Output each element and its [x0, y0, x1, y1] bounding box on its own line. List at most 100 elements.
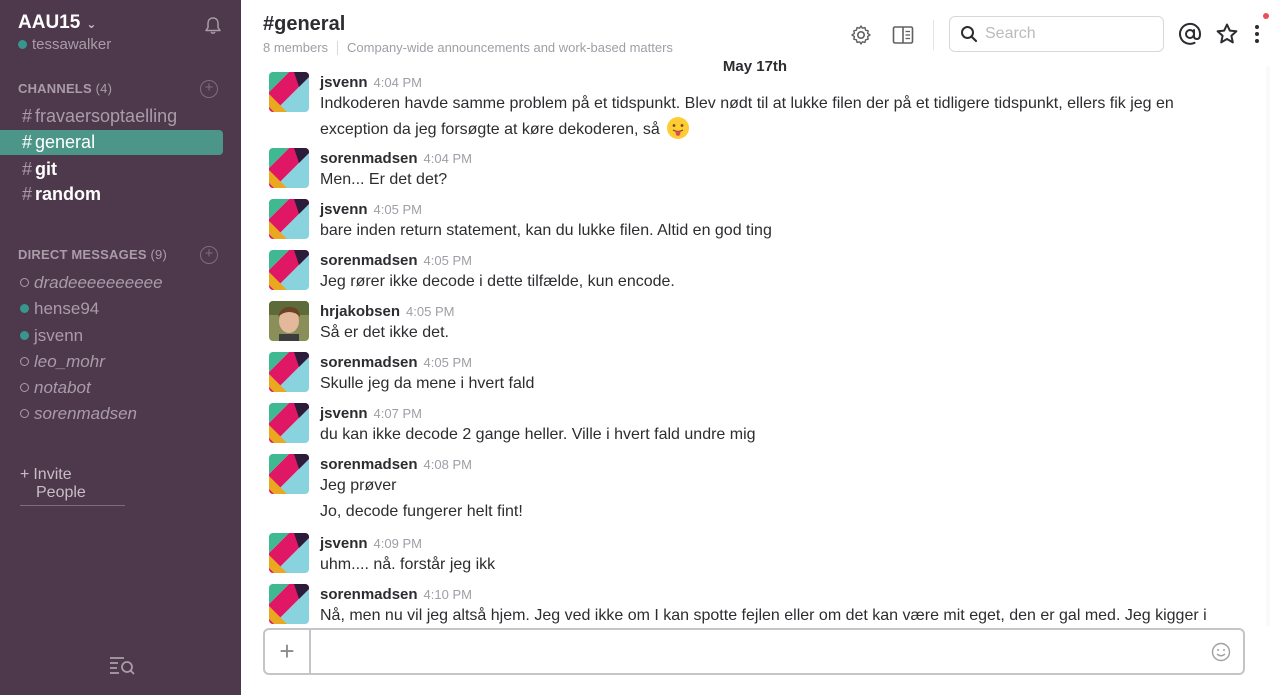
message-time[interactable]: 4:05 PM — [374, 202, 422, 217]
message-input[interactable] — [323, 640, 1203, 664]
dm-item-notabot[interactable]: notabot — [0, 375, 223, 400]
invite-people-button[interactable]: + Invite People — [20, 466, 86, 502]
message-text: Så er det ikke det. — [320, 324, 449, 341]
message-author[interactable]: sorenmadsen — [320, 252, 418, 269]
slack-avatar-icon — [269, 352, 309, 392]
plus-icon: + — [20, 466, 30, 483]
message-text: Skulle jeg da mene i hvert fald — [320, 375, 535, 392]
message-time[interactable]: 4:07 PM — [374, 406, 422, 421]
message-author[interactable]: sorenmadsen — [320, 456, 418, 473]
avatar[interactable] — [269, 148, 309, 188]
message-author[interactable]: jsvenn — [320, 74, 368, 91]
message-author[interactable]: sorenmadsen — [320, 354, 418, 371]
channels-header[interactable]: CHANNELS (4) — [18, 81, 112, 96]
dm-name: notabot — [34, 378, 91, 397]
dm-item-hense94[interactable]: hense94 — [0, 296, 223, 321]
smiley-icon[interactable] — [1211, 642, 1231, 662]
message-time[interactable]: 4:05 PM — [424, 355, 472, 370]
invite-label-line1: Invite — [33, 466, 72, 483]
message-text: uhm.... nå. forstår jeg ikk — [320, 556, 496, 573]
message-text: Men... Er det det? — [320, 171, 448, 188]
channel-name: general — [35, 132, 96, 152]
message-header: sorenmadsen 4:04 PM — [320, 150, 472, 167]
avatar-photo[interactable] — [269, 301, 309, 341]
search-icon — [961, 26, 978, 43]
current-user: tessawalker — [18, 36, 111, 53]
member-count[interactable]: 8 members — [263, 40, 328, 55]
hash-icon: # — [22, 184, 33, 204]
presence-online-icon — [20, 304, 29, 313]
dm-item-sorenmadsen[interactable]: sorenmadsen — [0, 401, 223, 426]
direct-messages-header[interactable]: DIRECT MESSAGES (9) — [18, 247, 167, 262]
message-time[interactable]: 4:10 PM — [424, 587, 472, 602]
current-user-name: tessawalker — [32, 36, 112, 53]
kebab-menu-icon[interactable] — [1251, 22, 1263, 46]
presence-away-icon — [20, 278, 29, 287]
message-time[interactable]: 4:04 PM — [374, 75, 422, 90]
message-author[interactable]: jsvenn — [320, 535, 368, 552]
message-header: jsvenn 4:04 PM — [320, 74, 422, 91]
scrollbar[interactable] — [1266, 66, 1270, 626]
channel-item-general[interactable]: # general — [0, 130, 223, 155]
dm-item-jsvenn[interactable]: jsvenn — [0, 323, 223, 348]
slack-avatar-icon — [269, 250, 309, 290]
sidebar: AAU15 ⌄ tessawalker CHANNELS (4) + # frav… — [0, 0, 241, 695]
team-switcher[interactable]: AAU15 ⌄ tessawalker — [18, 12, 111, 53]
avatar[interactable] — [269, 533, 309, 573]
filter-search-icon[interactable] — [108, 654, 136, 676]
message-header: sorenmadsen 4:08 PM — [320, 456, 472, 473]
sidebar-panel-icon[interactable] — [891, 23, 915, 47]
presence-away-icon — [20, 357, 29, 366]
avatar[interactable] — [269, 584, 309, 624]
add-channel-button[interactable]: + — [200, 80, 218, 98]
message-author[interactable]: hrjakobsen — [320, 303, 400, 320]
team-name-row[interactable]: AAU15 ⌄ — [18, 12, 111, 34]
slack-avatar-icon — [269, 148, 309, 188]
channel-title[interactable]: #general — [263, 13, 345, 36]
slack-avatar-icon — [269, 72, 309, 112]
message-text-content: Indkoderen havde samme problem på et tid… — [320, 95, 1174, 138]
avatar[interactable] — [269, 403, 309, 443]
user-photo-icon — [269, 301, 309, 341]
message-text: Jeg prøver — [320, 477, 397, 494]
avatar[interactable] — [269, 352, 309, 392]
search-box[interactable] — [949, 16, 1164, 52]
star-icon[interactable] — [1215, 22, 1239, 46]
hash-icon: # — [22, 132, 33, 152]
message-author[interactable]: sorenmadsen — [320, 150, 418, 167]
dm-name: sorenmadsen — [34, 404, 138, 423]
dm-item-leo-mohr[interactable]: leo_mohr — [0, 349, 223, 374]
message-time[interactable]: 4:05 PM — [424, 253, 472, 268]
avatar[interactable] — [269, 199, 309, 239]
divider — [337, 40, 339, 55]
bell-icon[interactable] — [203, 16, 223, 36]
dm-item-dradeeeeeeeeee[interactable]: dradeeeeeeeeee — [0, 270, 223, 295]
divider — [20, 505, 125, 506]
channel-item-fravaersoptaelling[interactable]: # fravaersoptaelling — [0, 104, 223, 129]
message-time[interactable]: 4:09 PM — [374, 536, 422, 551]
message-header: jsvenn 4:07 PM — [320, 405, 422, 422]
search-input[interactable] — [985, 25, 1145, 43]
at-icon[interactable] — [1178, 22, 1202, 46]
channel-item-git[interactable]: # git — [0, 157, 223, 182]
message-author[interactable]: jsvenn — [320, 201, 368, 218]
message-time[interactable]: 4:05 PM — [406, 304, 454, 319]
channel-name: git — [35, 159, 58, 179]
dm-name: hense94 — [34, 299, 100, 318]
message-text: Jeg rører ikke decode i dette tilfælde, … — [320, 273, 675, 290]
message-time[interactable]: 4:08 PM — [424, 457, 472, 472]
message-author[interactable]: sorenmadsen — [320, 586, 418, 603]
avatar[interactable] — [269, 250, 309, 290]
add-dm-button[interactable]: + — [200, 246, 218, 264]
gear-icon[interactable] — [849, 23, 873, 47]
channel-item-random[interactable]: # random — [0, 182, 223, 207]
message-list[interactable]: jsvenn 4:04 PM Indkoderen havde samme pro… — [241, 66, 1270, 624]
attach-button[interactable]: + — [265, 630, 311, 673]
message-author[interactable]: jsvenn — [320, 405, 368, 422]
avatar[interactable] — [269, 454, 309, 494]
slack-avatar-icon — [269, 454, 309, 494]
slack-avatar-icon — [269, 584, 309, 624]
avatar[interactable] — [269, 72, 309, 112]
message-time[interactable]: 4:04 PM — [424, 151, 472, 166]
team-name: AAU15 — [18, 12, 81, 33]
